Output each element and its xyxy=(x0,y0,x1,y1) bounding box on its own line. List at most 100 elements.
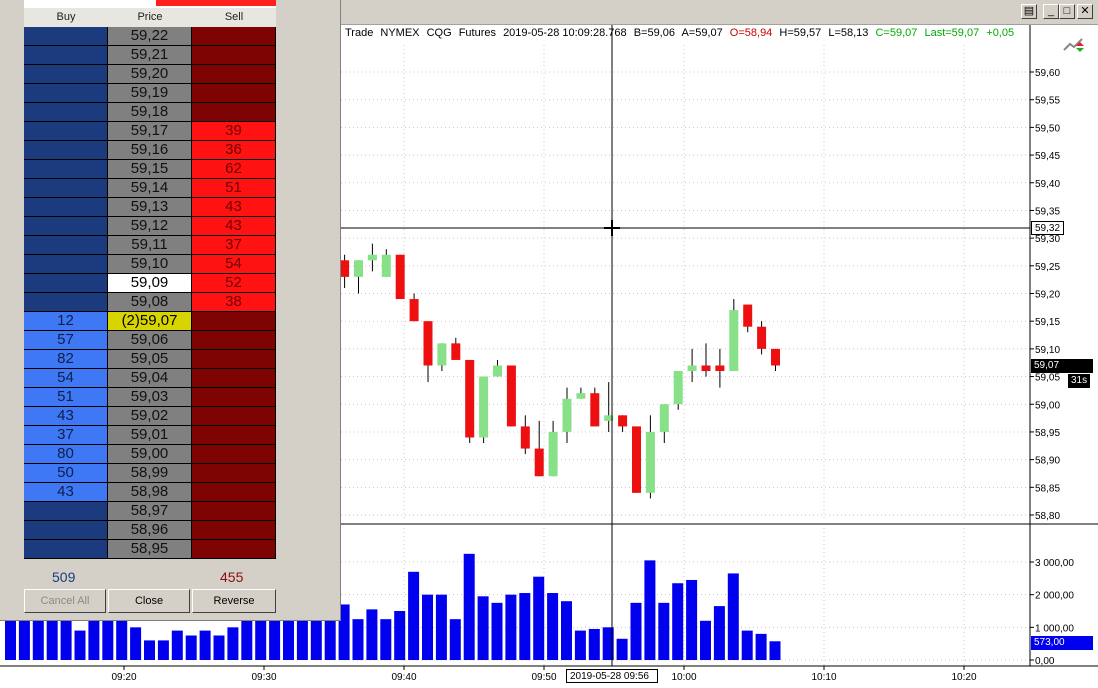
dom-price-cell[interactable]: 59,15 xyxy=(108,160,192,179)
dom-sell-cell[interactable] xyxy=(192,407,276,426)
dom-buy-cell[interactable] xyxy=(24,293,108,312)
cancel-all-button[interactable]: Cancel All xyxy=(24,589,106,613)
dom-price-cell[interactable]: 59,01 xyxy=(108,426,192,445)
candle-body xyxy=(618,415,628,427)
dom-sell-cell[interactable] xyxy=(192,331,276,350)
dom-sell-cell[interactable] xyxy=(192,369,276,388)
dom-sell-cell[interactable] xyxy=(192,46,276,65)
dom-row: 59,20 xyxy=(24,65,276,84)
dom-buy-cell[interactable] xyxy=(24,217,108,236)
dom-sell-cell[interactable] xyxy=(192,27,276,46)
dom-sell-cell[interactable]: 38 xyxy=(192,293,276,312)
dom-buy-cell[interactable] xyxy=(24,122,108,141)
dom-price-cell[interactable]: 59,17 xyxy=(108,122,192,141)
dom-buy-cell[interactable] xyxy=(24,27,108,46)
dom-price-cell[interactable]: 58,99 xyxy=(108,464,192,483)
minimize-button[interactable]: _ xyxy=(1043,4,1059,19)
dom-buy-cell[interactable]: 51 xyxy=(24,388,108,407)
dom-buy-cell[interactable] xyxy=(24,84,108,103)
dom-price-cell[interactable]: 59,12 xyxy=(108,217,192,236)
dom-price-cell[interactable]: 59,14 xyxy=(108,179,192,198)
volume-bar xyxy=(519,593,531,660)
dom-buy-cell[interactable] xyxy=(24,198,108,217)
dom-sell-cell[interactable] xyxy=(192,65,276,84)
dom-sell-cell[interactable]: 51 xyxy=(192,179,276,198)
dom-price-cell[interactable]: 58,95 xyxy=(108,540,192,559)
dom-price-cell[interactable]: 59,05 xyxy=(108,350,192,369)
dom-price-cell[interactable]: 59,11 xyxy=(108,236,192,255)
dom-sell-cell[interactable] xyxy=(192,103,276,122)
dom-price-cell[interactable]: 59,19 xyxy=(108,84,192,103)
dom-price-cell[interactable]: 58,97 xyxy=(108,502,192,521)
dom-sell-cell[interactable]: 52 xyxy=(192,274,276,293)
info-bid: B=59,06 xyxy=(633,27,675,39)
info-high: H=59,57 xyxy=(779,27,822,39)
maximize-button[interactable]: □ xyxy=(1059,4,1075,19)
reverse-button[interactable]: Reverse xyxy=(192,589,276,613)
dom-price-cell[interactable]: 58,96 xyxy=(108,521,192,540)
dom-sell-cell[interactable] xyxy=(192,540,276,559)
dom-totals: 509 455 xyxy=(24,567,276,587)
dom-buy-cell[interactable] xyxy=(24,502,108,521)
close-position-button[interactable]: Close xyxy=(108,589,190,613)
dom-sell-cell[interactable] xyxy=(192,502,276,521)
dom-buy-cell[interactable]: 37 xyxy=(24,426,108,445)
dom-price-cell[interactable]: 59,13 xyxy=(108,198,192,217)
dom-buy-cell[interactable] xyxy=(24,255,108,274)
dom-price-cell[interactable]: 59,08 xyxy=(108,293,192,312)
dom-sell-cell[interactable]: 37 xyxy=(192,236,276,255)
dom-price-cell[interactable]: 59,09 xyxy=(108,274,192,293)
dom-sell-cell[interactable] xyxy=(192,84,276,103)
close-window-button[interactable]: ✕ xyxy=(1077,4,1093,19)
dom-sell-cell[interactable] xyxy=(192,483,276,502)
dom-price-cell[interactable]: 59,03 xyxy=(108,388,192,407)
trend-icon[interactable] xyxy=(1062,36,1086,54)
dom-buy-cell[interactable] xyxy=(24,179,108,198)
dom-price-cell[interactable]: 59,06 xyxy=(108,331,192,350)
dom-buy-cell[interactable] xyxy=(24,274,108,293)
dom-buy-cell[interactable]: 54 xyxy=(24,369,108,388)
dom-price-cell[interactable]: 59,04 xyxy=(108,369,192,388)
dom-sell-cell[interactable] xyxy=(192,464,276,483)
dom-buy-cell[interactable]: 50 xyxy=(24,464,108,483)
dom-sell-cell[interactable] xyxy=(192,312,276,331)
dom-price-cell[interactable]: 59,02 xyxy=(108,407,192,426)
dom-sell-cell[interactable]: 39 xyxy=(192,122,276,141)
dom-sell-cell[interactable] xyxy=(192,388,276,407)
dom-buy-cell[interactable]: 43 xyxy=(24,483,108,502)
dom-price-cell[interactable]: 59,18 xyxy=(108,103,192,122)
dom-price-cell[interactable]: 59,22 xyxy=(108,27,192,46)
dom-sell-cell[interactable]: 43 xyxy=(192,198,276,217)
dom-sell-cell[interactable]: 43 xyxy=(192,217,276,236)
dom-buy-cell[interactable]: 57 xyxy=(24,331,108,350)
volume-bar xyxy=(644,560,656,660)
dom-buy-cell[interactable]: 43 xyxy=(24,407,108,426)
dom-price-cell[interactable]: (2)59,07 xyxy=(108,312,192,331)
detach-button[interactable]: ▤ xyxy=(1021,4,1037,19)
dom-sell-cell[interactable] xyxy=(192,521,276,540)
dom-price-cell[interactable]: 59,21 xyxy=(108,46,192,65)
dom-buy-cell[interactable]: 12 xyxy=(24,312,108,331)
dom-sell-cell[interactable] xyxy=(192,445,276,464)
dom-sell-cell[interactable]: 54 xyxy=(192,255,276,274)
volume-bar xyxy=(366,609,378,660)
dom-sell-cell[interactable]: 62 xyxy=(192,160,276,179)
dom-buy-cell[interactable] xyxy=(24,141,108,160)
dom-price-cell[interactable]: 58,98 xyxy=(108,483,192,502)
dom-sell-cell[interactable] xyxy=(192,426,276,445)
dom-buy-cell[interactable] xyxy=(24,521,108,540)
dom-price-cell[interactable]: 59,10 xyxy=(108,255,192,274)
dom-buy-cell[interactable] xyxy=(24,540,108,559)
dom-sell-cell[interactable]: 36 xyxy=(192,141,276,160)
dom-buy-cell[interactable] xyxy=(24,160,108,179)
dom-buy-cell[interactable]: 82 xyxy=(24,350,108,369)
dom-buy-cell[interactable] xyxy=(24,103,108,122)
dom-buy-cell[interactable] xyxy=(24,236,108,255)
dom-sell-cell[interactable] xyxy=(192,350,276,369)
dom-buy-cell[interactable]: 80 xyxy=(24,445,108,464)
dom-price-cell[interactable]: 59,16 xyxy=(108,141,192,160)
dom-price-cell[interactable]: 59,00 xyxy=(108,445,192,464)
dom-buy-cell[interactable] xyxy=(24,65,108,84)
dom-buy-cell[interactable] xyxy=(24,46,108,65)
dom-price-cell[interactable]: 59,20 xyxy=(108,65,192,84)
